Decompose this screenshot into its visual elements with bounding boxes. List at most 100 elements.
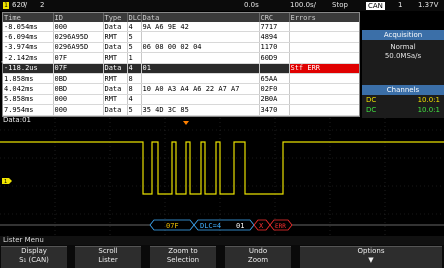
cell-crc: 3470 (259, 104, 290, 116)
softkey-value: Zoom (247, 256, 269, 264)
cell-dlc: 4 (127, 94, 142, 106)
table-row[interactable]: -118.2us 07F Data 4 01 Stf ERR (3, 63, 359, 74)
bus-data-label: Data:01 (3, 116, 31, 124)
cell-type: Data (103, 22, 128, 33)
softkey-bar: Display S₁ (CAN) Scroll Lister Zoom to Sele… (0, 245, 444, 268)
cell-crc: 7717 (259, 22, 290, 33)
cell-type: Data (103, 83, 128, 95)
col-crc[interactable]: CRC (259, 13, 290, 22)
trigger-channel: 1 (398, 1, 403, 9)
display-softkey[interactable]: Display S₁ (CAN) (1, 246, 67, 268)
cell-id: 000 (53, 104, 104, 116)
softkey-value: Selection (166, 256, 200, 264)
cell-crc: 65AA (259, 73, 290, 85)
cell-time: 1.858ms (3, 73, 54, 85)
cell-dlc: 8 (127, 83, 142, 95)
trigger-position-marker (183, 121, 189, 125)
lister-header: Time ID Type DLC Data CRC Errors (3, 13, 359, 22)
col-time[interactable]: Time (3, 13, 54, 22)
cell-errors (289, 52, 359, 64)
table-row[interactable]: -2.142ms 07F RMT 1 60D9 (3, 52, 359, 64)
cell-type: RMT (103, 94, 128, 106)
decode-data: 01 (236, 222, 244, 230)
cell-errors (289, 73, 359, 85)
cell-data (141, 31, 260, 43)
cell-data: 35 4D 3C 85 (141, 104, 260, 116)
col-errors[interactable]: Errors (289, 13, 359, 22)
table-row[interactable]: -8.054ms 000 Data 4 9A A6 9E 42 7717 (3, 22, 359, 33)
decode-id: 07F (166, 222, 179, 230)
scroll-lister-softkey[interactable]: Scroll Lister (75, 246, 141, 268)
cell-crc: 02F0 (259, 83, 290, 95)
cell-crc: 60D9 (259, 52, 290, 64)
cell-dlc: 5 (127, 31, 142, 43)
cell-id: 000 (53, 22, 104, 33)
cell-dlc: 1 (127, 52, 142, 64)
decode-dlc: DLC=4 (200, 222, 221, 230)
cell-errors: Stf ERR (289, 63, 359, 74)
col-dlc[interactable]: DLC (127, 13, 142, 22)
table-row[interactable]: 7.954ms 000 Data 5 35 4D 3C 85 3470 (3, 104, 359, 116)
undo-zoom-softkey[interactable]: Undo Zoom (225, 246, 291, 268)
cell-data: 10 A0 A3 A4 A6 22 A7 A7 (141, 83, 260, 95)
options-softkey[interactable]: Options ▼ (300, 246, 442, 268)
cell-data (141, 94, 260, 106)
cell-type: RMT (103, 73, 128, 85)
table-row[interactable]: -3.974ms 0296A95D Data 5 06 08 00 02 04 1170 (3, 42, 359, 54)
cell-id: 000 (53, 94, 104, 106)
col-id[interactable]: ID (53, 13, 104, 22)
softkey-label: Zoom to (168, 247, 198, 255)
cell-crc: 2B0A (259, 94, 290, 106)
cell-type: Data (103, 42, 128, 54)
cell-crc: 1170 (259, 42, 290, 54)
table-row[interactable]: 1.858ms 0BD RMT 8 65AA (3, 73, 359, 85)
cell-dlc: 5 (127, 104, 142, 116)
channel-marker: 1 (3, 2, 9, 9)
cell-errors (289, 42, 359, 54)
cell-data (141, 73, 260, 85)
acquisition-title: Acquisition (362, 30, 444, 40)
trigger-type-badge: CAN (366, 2, 385, 10)
sample-rate: 50.0MSa/s (384, 52, 422, 60)
cell-data: 06 08 00 02 04 (141, 42, 260, 54)
status-bar: 1 620ͭ/ 2 0.0s 100.0s/ Stop CAN 1 1.37V (0, 0, 444, 11)
cell-errors (289, 31, 359, 43)
cell-time: 4.042ms (3, 83, 54, 95)
cell-type: Data (103, 63, 128, 74)
channel-1-coupling: DC (366, 96, 377, 104)
cell-type: RMT (103, 52, 128, 64)
cell-errors (289, 83, 359, 95)
lister-table[interactable]: Time ID Type DLC Data CRC Errors -8.054m… (2, 12, 360, 117)
cell-id: 0BD (53, 73, 104, 85)
cell-data (141, 52, 260, 64)
cell-crc: 4894 (259, 31, 290, 43)
channel-1-ground-label: 1 (4, 179, 7, 185)
cell-dlc: 8 (127, 73, 142, 85)
softkey-label: Display (21, 247, 47, 255)
table-row[interactable]: -6.094ms 0296A95D RMT 5 4894 (3, 31, 359, 43)
cell-id: 0296A95D (53, 42, 104, 54)
waveform-display[interactable]: 1 07F DLC=4 01 X ERR (0, 118, 444, 243)
table-row[interactable]: 5.858ms 000 RMT 4 2B0A (3, 94, 359, 106)
col-data[interactable]: Data (141, 13, 260, 22)
channel-1-probe: 10.0:1 (417, 96, 440, 104)
cell-type: Data (103, 104, 128, 116)
softkey-value: S₁ (CAN) (19, 256, 49, 264)
decode-error: ERR (275, 223, 286, 230)
col-type[interactable]: Type (103, 13, 128, 22)
cell-dlc: 4 (127, 22, 142, 33)
channel-2-coupling: DC (366, 106, 377, 114)
timebase-readout: 620ͭ/ (12, 1, 28, 9)
decode-bus: 07F DLC=4 01 X ERR (0, 219, 444, 231)
cell-time: -3.974ms (3, 42, 54, 54)
signal-trace (0, 141, 444, 195)
cell-id: 0296A95D (53, 31, 104, 43)
trigger-level: 1.37V (418, 1, 439, 9)
cell-type: RMT (103, 31, 128, 43)
cell-id: 07F (53, 63, 104, 74)
cell-time: -2.142ms (3, 52, 54, 64)
channel-1-row: DC 10.0:1 (362, 95, 444, 105)
zoom-to-selection-softkey[interactable]: Zoom to Selection (150, 246, 216, 268)
softkey-label: Undo (248, 247, 268, 255)
table-row[interactable]: 4.042ms 0BD Data 8 10 A0 A3 A4 A6 22 A7 A7 02… (3, 83, 359, 95)
